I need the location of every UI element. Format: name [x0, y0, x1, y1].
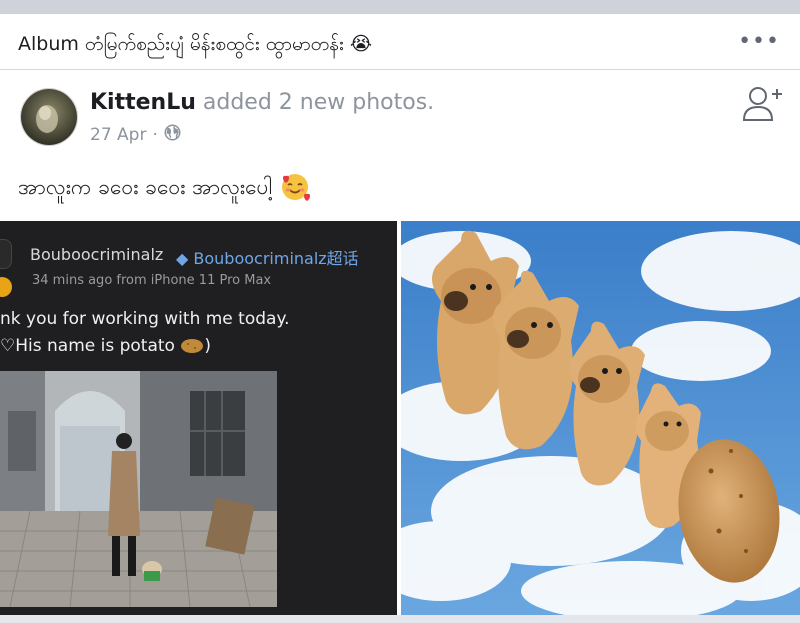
smiling-hearts-icon [280, 172, 311, 207]
weibo-meta: 34 mins ago from iPhone 11 Pro Max [32, 273, 272, 288]
photo-weibo-screenshot[interactable]: Bouboocriminalz ◆ Bouboocriminalz超话 34 m… [0, 221, 397, 615]
potato-icon [181, 339, 204, 353]
post-meta: 27 Apr · [90, 124, 181, 146]
feed-divider [0, 615, 800, 623]
verified-badge-icon [0, 277, 12, 297]
post-message: အာလူးက ခဝေး ခဝေး အာလူးပေါ့ [18, 175, 273, 199]
post-action: added 2 new photos. [202, 90, 435, 115]
album-header: Album တံမြက်စည်းပျံ မိန်းစထွင်း ထွာမာတန်… [0, 14, 800, 70]
album-title[interactable]: Album တံမြက်စည်းပျံ မိန်းစထွင်း ထွာမာတန်… [18, 32, 372, 60]
diamond-icon: ◆ [176, 249, 194, 268]
street-photo [0, 371, 277, 607]
globe-icon[interactable] [164, 124, 181, 146]
weibo-line2-text: His name is potato [15, 336, 175, 356]
author-name[interactable]: KittenLu [90, 90, 196, 115]
meta-separator: · [152, 125, 158, 145]
post-text: အာလူးက ခဝေး ခဝေး အာလူးပေါ့ [18, 172, 311, 207]
photo-dogs-in-sky[interactable] [401, 221, 800, 615]
weibo-username: Bouboocriminalz [30, 245, 164, 264]
weibo-text-line1: nk you for working with me today. [0, 309, 290, 329]
more-icon[interactable]: ••• [738, 31, 780, 53]
add-friend-icon[interactable] [742, 84, 782, 124]
dogs-sky-image [401, 221, 800, 615]
weibo-topic: ◆ Bouboocriminalz超话 [176, 245, 359, 269]
avatar[interactable] [20, 88, 78, 146]
post-date[interactable]: 27 Apr [90, 125, 146, 145]
top-strip [0, 0, 800, 14]
weibo-line2-end: ) [204, 336, 212, 356]
heart-icon: ♡ [0, 336, 16, 356]
post-author-line: KittenLu added 2 new photos. [90, 90, 434, 115]
weibo-text-line2: ♡His name is potato ) [0, 336, 211, 356]
weibo-topic-label: Bouboocriminalz超话 [193, 249, 359, 268]
weibo-avatar [0, 239, 12, 269]
